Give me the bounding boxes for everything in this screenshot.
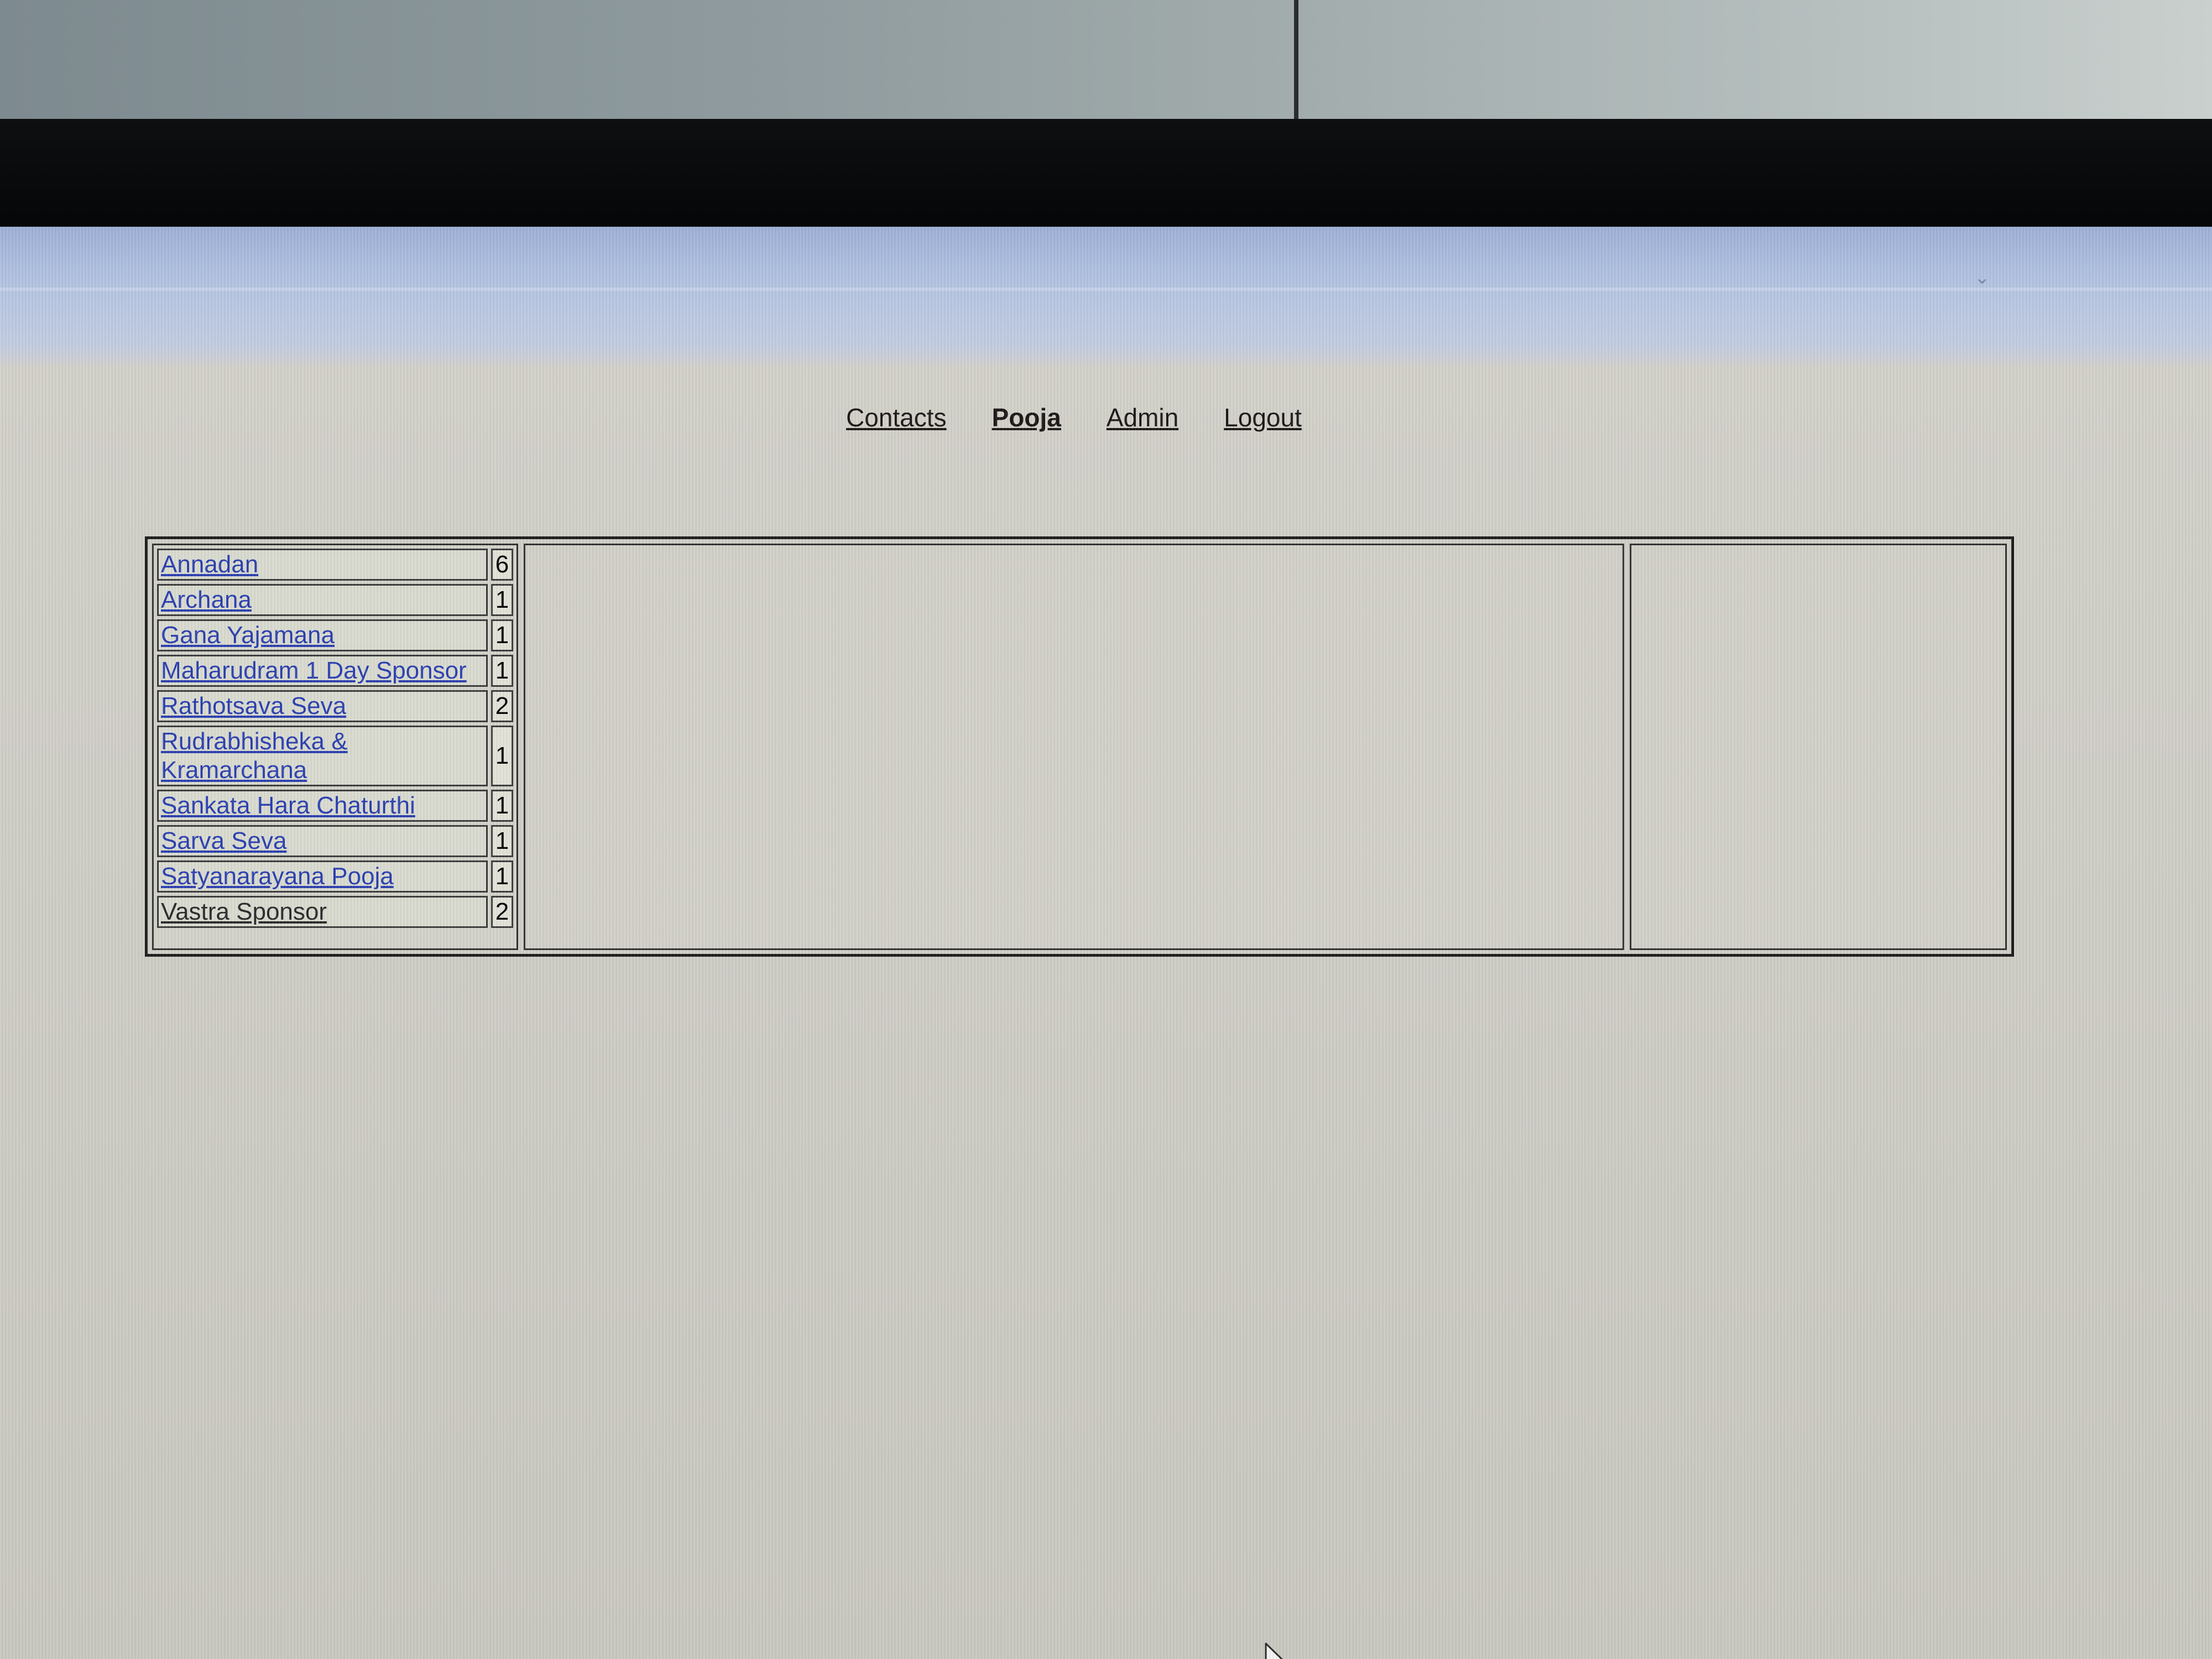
- content-panel: [524, 544, 1624, 950]
- pooja-list: Annadan 6 Archana 1 Gana Yajamana 1 Maha…: [154, 545, 517, 931]
- pooja-link[interactable]: Archana: [161, 586, 252, 613]
- pooja-count: 2: [491, 896, 513, 928]
- pooja-list-panel: Annadan 6 Archana 1 Gana Yajamana 1 Maha…: [152, 544, 518, 950]
- pooja-count: 1: [491, 860, 513, 893]
- pooja-link[interactable]: Vastra Sponsor: [161, 898, 327, 925]
- mouse-pointer-icon: [1265, 1642, 1283, 1659]
- pooja-count: 1: [491, 726, 513, 786]
- pooja-name-cell: Gana Yajamana: [157, 619, 488, 651]
- pooja-name-cell: Annadan: [157, 549, 488, 581]
- nav-logout[interactable]: Logout: [1224, 403, 1302, 432]
- pooja-name-cell: Maharudram 1 Day Sponsor: [157, 655, 488, 687]
- pooja-link[interactable]: Satyanarayana Pooja: [161, 863, 394, 890]
- pooja-link[interactable]: Maharudram 1 Day Sponsor: [161, 657, 467, 684]
- pooja-name-cell: Rudrabhisheka & Kramarchana: [157, 726, 488, 786]
- main-table: Annadan 6 Archana 1 Gana Yajamana 1 Maha…: [145, 536, 2014, 957]
- pooja-link[interactable]: Rudrabhisheka & Kramarchana: [161, 728, 348, 784]
- list-item: Gana Yajamana 1: [157, 619, 513, 651]
- pooja-count: 1: [491, 619, 513, 651]
- background-wall: [0, 0, 2212, 124]
- pooja-name-cell: Sankata Hara Chaturthi: [157, 790, 488, 822]
- nav-pooja[interactable]: Pooja: [992, 403, 1061, 432]
- screen: ⌄ Contacts Pooja Admin Logout Annadan 6 …: [0, 227, 2212, 1659]
- pooja-count: 2: [491, 690, 513, 722]
- pooja-name-cell: Satyanarayana Pooja: [157, 860, 488, 893]
- pooja-count: 1: [491, 825, 513, 857]
- list-item: Satyanarayana Pooja 1: [157, 860, 513, 893]
- pooja-name-cell: Vastra Sponsor: [157, 896, 488, 928]
- side-panel: [1630, 544, 2007, 950]
- pooja-count: 1: [491, 584, 513, 616]
- pooja-count: 6: [491, 549, 513, 581]
- pooja-count: 1: [491, 655, 513, 687]
- browser-chrome: ⌄: [0, 227, 2212, 365]
- pooja-link[interactable]: Sarva Seva: [161, 827, 286, 854]
- list-item: Archana 1: [157, 584, 513, 616]
- list-item: Sarva Seva 1: [157, 825, 513, 857]
- list-item: Rathotsava Seva 2: [157, 690, 513, 722]
- list-item: Rudrabhisheka & Kramarchana 1: [157, 726, 513, 786]
- pooja-link[interactable]: Annadan: [161, 551, 258, 578]
- chrome-divider: [0, 288, 2212, 291]
- pooja-name-cell: Archana: [157, 584, 488, 616]
- pooja-link[interactable]: Rathotsava Seva: [161, 692, 346, 719]
- pooja-count: 1: [491, 790, 513, 822]
- pooja-link[interactable]: Gana Yajamana: [161, 622, 335, 649]
- monitor-bezel: [0, 119, 2212, 232]
- chevron-down-icon[interactable]: ⌄: [1974, 267, 1990, 289]
- top-nav: Contacts Pooja Admin Logout: [846, 398, 1344, 437]
- list-item: Maharudram 1 Day Sponsor 1: [157, 655, 513, 687]
- pooja-name-cell: Sarva Seva: [157, 825, 488, 857]
- list-item: Annadan 6: [157, 549, 513, 581]
- list-item: Sankata Hara Chaturthi 1: [157, 790, 513, 822]
- nav-contacts[interactable]: Contacts: [846, 403, 947, 432]
- pooja-name-cell: Rathotsava Seva: [157, 690, 488, 722]
- nav-admin[interactable]: Admin: [1107, 403, 1178, 432]
- pooja-link[interactable]: Sankata Hara Chaturthi: [161, 792, 415, 819]
- wall-edge: [1294, 0, 1298, 119]
- list-item: Vastra Sponsor 2: [157, 896, 513, 928]
